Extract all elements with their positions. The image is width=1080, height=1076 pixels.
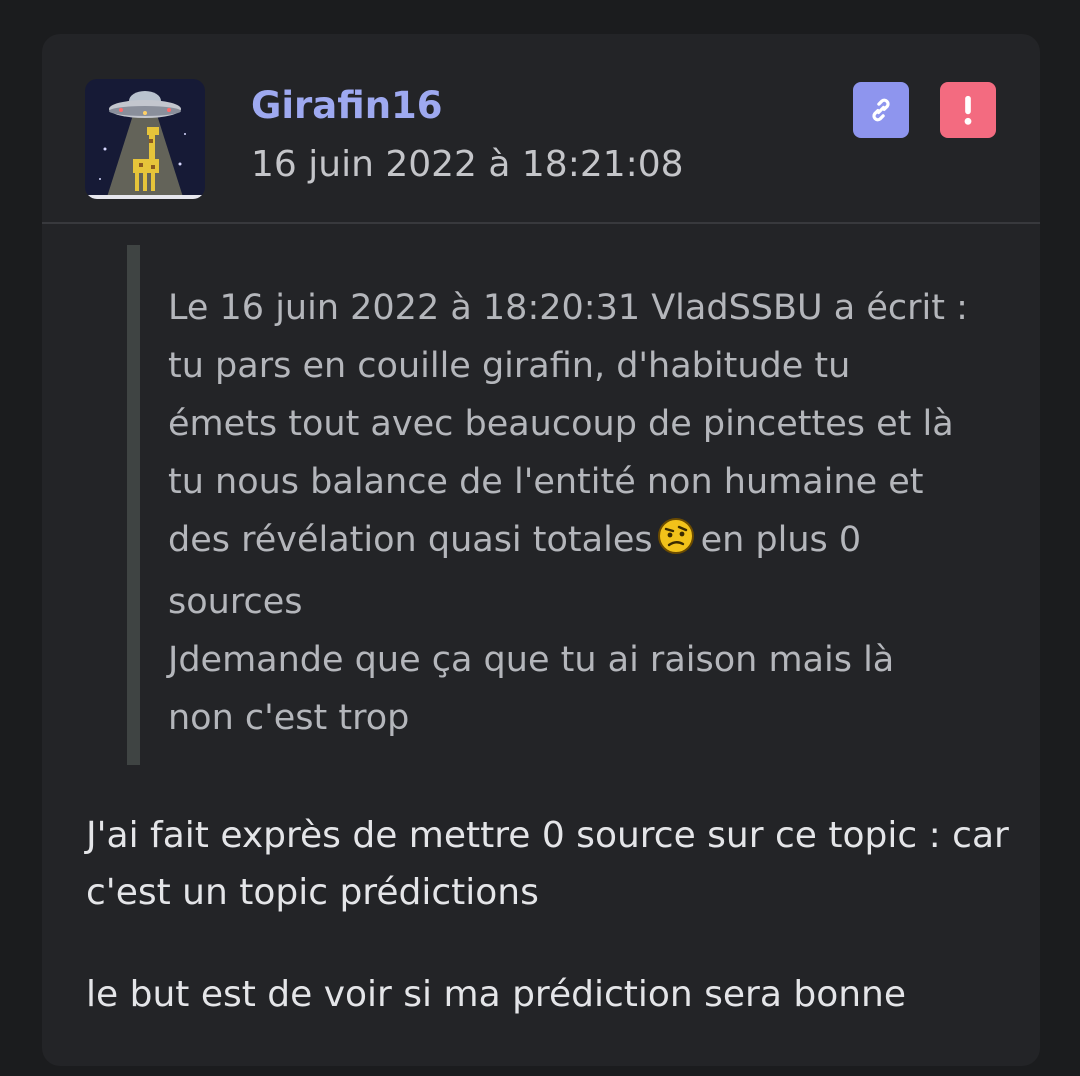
exclamation-icon [964,95,972,125]
message-paragraph: le but est de voir si ma prédiction sera… [86,966,1006,1023]
quote-line: des révélation quasi totales en plus 0 [168,511,968,573]
message-line: le but est de voir si ma prédiction sera… [86,974,907,1015]
ufo-giraffe-avatar-icon [85,79,205,199]
message-paragraph: J'ai fait exprès de mettre 0 source sur … [86,807,1009,921]
quote-line: émets tout avec beaucoup de pincettes et… [168,404,954,444]
avatar[interactable] [85,79,205,199]
post-card: Girafin16 16 juin 2022 à 18:21:08 Le 16 … [42,34,1040,1066]
username-link[interactable]: Girafin16 [251,84,443,127]
quote-line: sources [168,582,303,622]
quote-line-end: en plus 0 [700,520,862,560]
quote-line: non c'est trop [168,698,410,738]
quoted-message: Le 16 juin 2022 à 18:20:31 VladSSBU a éc… [127,245,987,765]
post-timestamp: 16 juin 2022 à 18:21:08 [251,144,684,185]
post-header: Girafin16 16 juin 2022 à 18:21:08 [42,34,1040,224]
quote-line: tu pars en couille girafin, d'habitude t… [168,346,851,386]
skeptical-smiley-icon [657,515,695,573]
quote-line: Jdemande que ça que tu ai raison mais là [168,640,895,680]
report-button[interactable] [940,82,996,138]
quote-line: tu nous balance de l'entité non humaine … [168,462,924,502]
message-line: c'est un topic prédictions [86,872,539,913]
link-icon [872,98,890,122]
quote-content: Le 16 juin 2022 à 18:20:31 VladSSBU a éc… [168,279,968,747]
permalink-button[interactable] [853,82,909,138]
quote-line-start: des révélation quasi totales [168,520,653,560]
quote-header: Le 16 juin 2022 à 18:20:31 VladSSBU a éc… [168,288,968,328]
message-line: J'ai fait exprès de mettre 0 source sur … [86,815,1009,856]
